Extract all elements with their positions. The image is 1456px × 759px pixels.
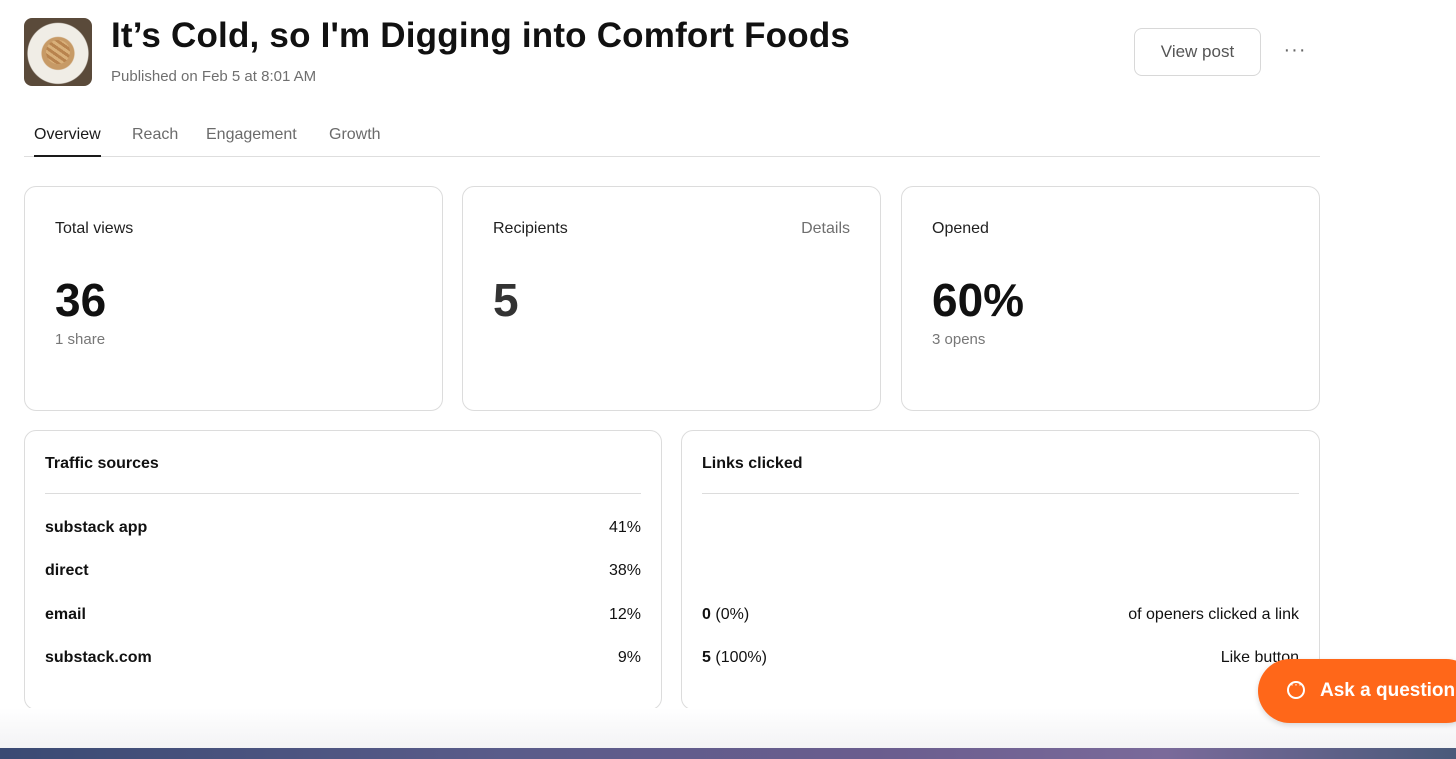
links-clicked-title: Links clicked xyxy=(702,455,803,472)
tab-engagement[interactable]: Engagement xyxy=(206,126,297,144)
divider xyxy=(702,493,1299,494)
total-views-value: 36 xyxy=(55,274,107,326)
link-description: of openers clicked a link xyxy=(1128,606,1299,623)
table-row: direct 38% xyxy=(45,562,641,582)
recipients-card: Recipients Details 5 xyxy=(462,186,881,411)
source-name: email xyxy=(45,606,86,623)
recipients-label: Recipients xyxy=(493,220,568,237)
link-count: 0 (0%) xyxy=(702,606,749,624)
source-name: substack.com xyxy=(45,649,152,666)
source-percent: 41% xyxy=(608,519,641,536)
tab-bar: Overview Reach Engagement Growth xyxy=(24,118,1320,157)
opened-card: Opened 60% 3 opens xyxy=(901,186,1320,411)
source-percent: 9% xyxy=(617,649,641,666)
link-count-percent: (100%) xyxy=(715,649,767,666)
link-count-percent: (0%) xyxy=(715,606,750,623)
table-row: 0 (0%) of openers clicked a link xyxy=(702,606,1299,626)
post-title: It’s Cold, so I'm Digging into Comfort F… xyxy=(111,16,851,55)
recipients-details-link[interactable]: Details xyxy=(801,220,850,238)
links-clicked-panel: Links clicked 0 (0%) of openers clicked … xyxy=(681,430,1320,710)
table-row: email 12% xyxy=(45,606,641,626)
table-row: substack app 41% xyxy=(45,519,641,539)
recipients-value: 5 xyxy=(493,274,519,326)
source-percent: 38% xyxy=(608,562,641,579)
opened-sub: 3 opens xyxy=(932,331,986,348)
source-name: direct xyxy=(45,562,89,579)
desktop-taskbar xyxy=(0,748,1456,759)
page-bottom-fade xyxy=(0,708,1456,748)
ask-question-button[interactable]: Ask a question xyxy=(1258,659,1456,723)
total-views-label: Total views xyxy=(55,220,134,237)
view-post-button[interactable]: View post xyxy=(1134,28,1261,76)
food-image xyxy=(46,40,70,64)
table-row: substack.com 9% xyxy=(45,649,641,669)
tab-reach[interactable]: Reach xyxy=(132,126,178,144)
opened-value: 60% xyxy=(932,274,1025,326)
link-count: 5 (100%) xyxy=(702,649,767,667)
chat-bubble-icon xyxy=(1287,677,1305,699)
opened-label: Opened xyxy=(932,220,989,237)
tab-growth[interactable]: Growth xyxy=(329,126,381,144)
link-count-number: 0 xyxy=(702,606,711,623)
link-count-number: 5 xyxy=(702,649,711,666)
ask-question-label: Ask a question xyxy=(1320,680,1456,701)
source-name: substack app xyxy=(45,519,148,536)
total-views-sub: 1 share xyxy=(55,331,106,348)
traffic-sources-title: Traffic sources xyxy=(45,455,159,472)
more-dots-icon[interactable]: ··· xyxy=(1280,38,1310,66)
total-views-card: Total views 36 1 share xyxy=(24,186,443,411)
table-row: 5 (100%) Like button xyxy=(702,649,1299,669)
divider xyxy=(45,493,641,494)
traffic-sources-panel: Traffic sources substack app 41% direct … xyxy=(24,430,662,710)
source-percent: 12% xyxy=(608,606,641,623)
tab-overview[interactable]: Overview xyxy=(34,126,101,157)
post-thumbnail xyxy=(24,18,92,86)
published-date: Published on Feb 5 at 8:01 AM xyxy=(111,68,317,85)
